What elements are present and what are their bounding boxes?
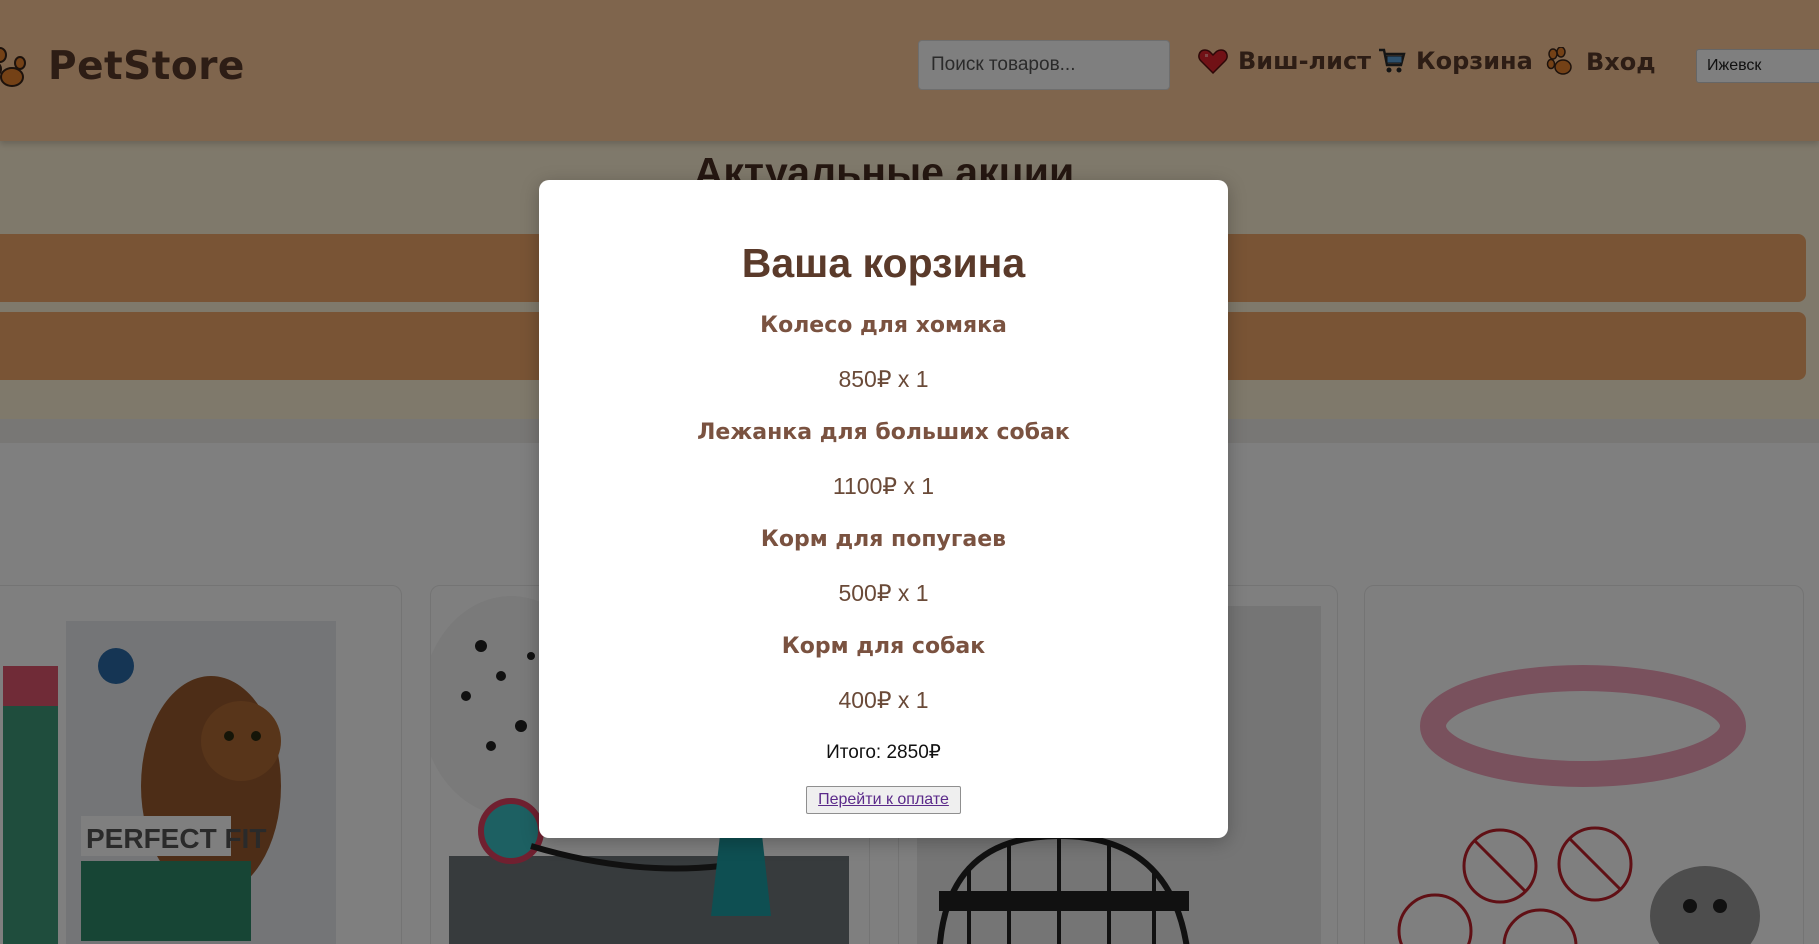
- cart-item-name: Колесо для хомяка: [760, 313, 1007, 338]
- cart-item-name: Корм для попугаев: [760, 527, 1007, 552]
- cart-item-price: 400₽ x 1: [838, 687, 929, 713]
- checkout-button[interactable]: Перейти к оплате: [806, 786, 961, 814]
- cart-total: Итого: 2850₽: [826, 742, 941, 763]
- cart-modal-title: Ваша корзина: [741, 240, 1026, 286]
- cart-item-name: Корм для собак: [781, 634, 986, 659]
- cart-item-price: 1100₽ x 1: [832, 473, 935, 499]
- cart-item-name: Лежанка для больших собак: [697, 420, 1070, 445]
- cart-item-price: 500₽ x 1: [838, 580, 929, 606]
- cart-modal: Ваша корзина Колесо для хомяка 850₽ x 1 …: [539, 180, 1228, 838]
- cart-item-price: 850₽ x 1: [838, 366, 929, 392]
